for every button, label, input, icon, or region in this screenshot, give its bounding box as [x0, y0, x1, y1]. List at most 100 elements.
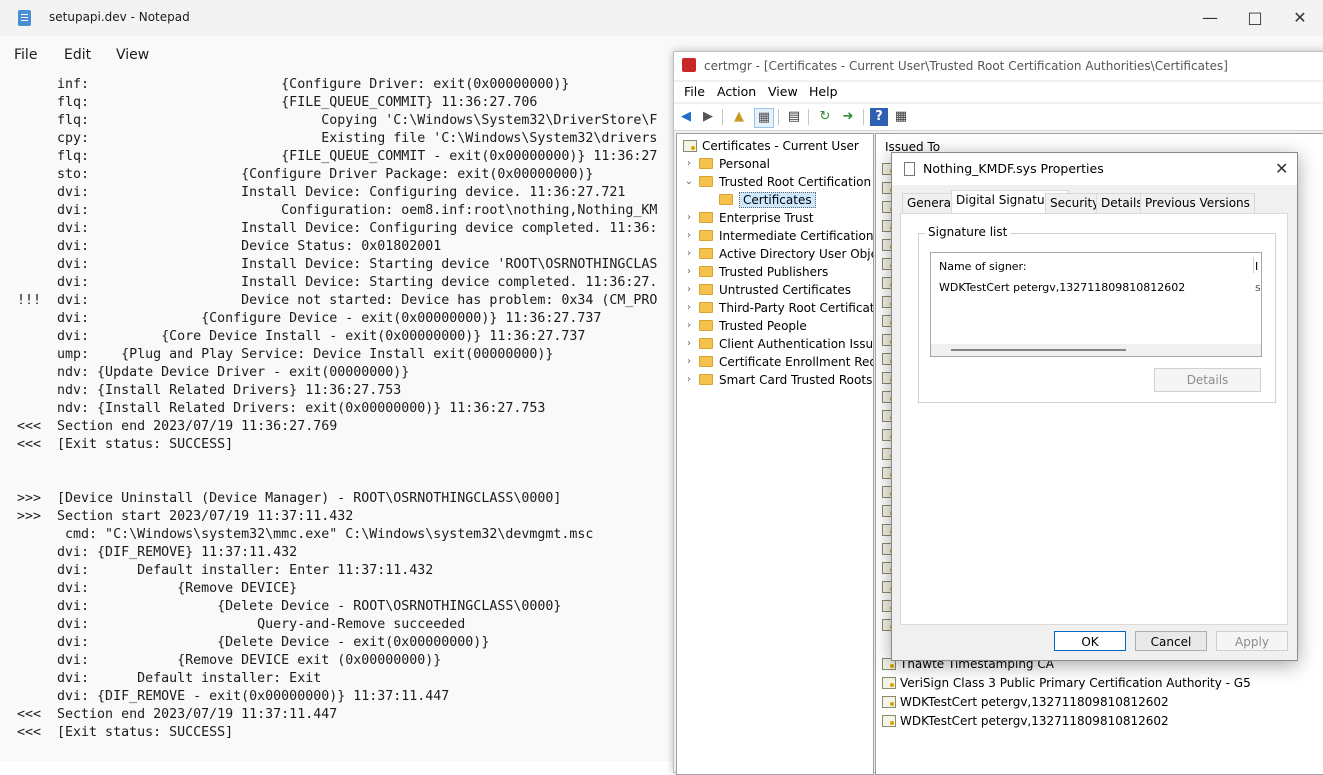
menu-edit[interactable]: Edit	[64, 47, 91, 63]
notepad-text-area[interactable]: inf: {Configure Driver: exit(0x00000000)…	[17, 76, 657, 742]
details-button[interactable]: Details	[1154, 368, 1261, 392]
log-line: flq: {FILE_QUEUE_COMMIT - exit(0x0000000…	[17, 149, 658, 164]
minimize-icon[interactable]: —	[1195, 6, 1225, 30]
tree-item[interactable]: › Enterprise Trust	[683, 209, 814, 226]
tree-item[interactable]: › Trusted Publishers	[683, 263, 828, 280]
folder-icon	[699, 356, 713, 367]
column-header-second[interactable]: I	[1255, 260, 1258, 273]
certmgr-tree: Certificates - Current User › Personal ⌄ Tr…	[676, 133, 874, 775]
chevron-right-icon[interactable]: ›	[683, 302, 695, 313]
refresh-icon[interactable]: ↻	[816, 108, 834, 126]
dialog-title: Nothing_KMDF.sys Properties	[923, 161, 1104, 176]
back-arrow-icon[interactable]: ◀	[677, 108, 695, 126]
toolbar-separator	[778, 109, 779, 125]
log-line: dvi: {DIF_REMOVE - exit(0x00000000)} 11:…	[17, 689, 450, 704]
log-line: dvi: {Remove DEVICE exit (0x00000000)}	[17, 653, 442, 668]
properties-panel-icon[interactable]: ▦	[892, 108, 910, 126]
log-line: dvi: {Configure Device - exit(0x00000000…	[17, 311, 602, 326]
toolbar-separator	[808, 109, 809, 125]
tab-previous-versions[interactable]: Previous Versions	[1140, 193, 1255, 213]
digital-signatures-panel: Signature list Name of signer: I WDKTest…	[900, 213, 1288, 625]
tree-item[interactable]: Certificates	[703, 191, 816, 208]
chevron-right-icon[interactable]: ›	[683, 356, 695, 367]
notepad-app-icon	[18, 10, 31, 26]
tree-item[interactable]: › Personal	[683, 155, 770, 172]
cm-menu-help[interactable]: Help	[809, 84, 838, 99]
ok-button[interactable]: OK	[1054, 631, 1126, 651]
certificate-issued-to: WDKTestCert petergv,132711809810812602	[900, 714, 1169, 728]
log-line: dvi: Device Status: 0x01802001	[17, 239, 442, 254]
close-icon[interactable]: ✕	[1285, 6, 1315, 30]
tree-item[interactable]: › Client Authentication Issuers	[683, 335, 874, 352]
tree-item-label: Trusted Publishers	[719, 264, 829, 279]
signature-list-group: Signature list Name of signer: I WDKTest…	[918, 225, 1276, 403]
chevron-right-icon[interactable]: ›	[683, 338, 695, 349]
certificate-row[interactable]: WDKTestCert petergv,132711809810812602	[882, 712, 1169, 730]
scrollbar-thumb[interactable]	[951, 349, 1126, 351]
folder-icon	[699, 338, 713, 349]
show-hide-tree-icon[interactable]: ▦	[754, 108, 774, 128]
log-line: cmd: "C:\Windows\system32\mmc.exe" C:\Wi…	[17, 527, 594, 542]
column-header-name-of-signer[interactable]: Name of signer:	[939, 260, 1027, 273]
maximize-icon[interactable]: □	[1240, 6, 1270, 30]
clipboard-icon[interactable]: ▤	[785, 108, 803, 126]
certificate-row[interactable]: VeriSign Class 3 Public Primary Certific…	[882, 674, 1251, 692]
chevron-right-icon[interactable]: ›	[683, 284, 695, 295]
certmgr-titlebar[interactable]: certmgr - [Certificates - Current User\T…	[674, 52, 1323, 80]
certmgr-menubar: File Action View Help	[674, 82, 1323, 102]
tree-item[interactable]: › Third-Party Root Certification	[683, 299, 873, 316]
certificate-icon	[882, 677, 896, 689]
tree-item-label: Untrusted Certificates	[719, 282, 851, 297]
chevron-right-icon[interactable]: ›	[683, 158, 695, 169]
signature-listview[interactable]: Name of signer: I WDKTestCert petergv,13…	[930, 252, 1262, 357]
tree-item[interactable]: › Smart Card Trusted Roots	[683, 371, 872, 388]
horizontal-scrollbar[interactable]	[931, 344, 1261, 356]
certificate-issued-to: WDKTestCert petergv,132711809810812602	[900, 695, 1169, 709]
cm-menu-action[interactable]: Action	[717, 84, 756, 99]
tree-item-label: Certificates	[739, 191, 816, 208]
chevron-right-icon[interactable]: ›	[683, 266, 695, 277]
folder-icon	[699, 176, 713, 187]
log-line: <<< [Exit status: SUCCESS]	[17, 725, 234, 740]
tree-item[interactable]: › Trusted People	[683, 317, 807, 334]
up-folder-icon[interactable]: ▲	[730, 108, 748, 126]
tree-item[interactable]: › Untrusted Certificates	[683, 281, 851, 298]
menu-view[interactable]: View	[116, 47, 149, 63]
notepad-titlebar[interactable]: setupapi.dev - Notepad — □ ✕	[0, 0, 1323, 36]
tree-item-label: Client Authentication Issuers	[719, 336, 874, 351]
tree-item[interactable]: ⌄ Trusted Root Certification Au	[683, 173, 873, 190]
chevron-right-icon[interactable]: ›	[683, 320, 695, 331]
certificate-row[interactable]: WDKTestCert petergv,132711809810812602	[882, 693, 1169, 711]
tree-item[interactable]: › Certificate Enrollment Reques	[683, 353, 873, 370]
signer-row[interactable]: WDKTestCert petergv,132711809810812602	[939, 281, 1185, 294]
chevron-right-icon[interactable]: ›	[683, 230, 695, 241]
tree-root[interactable]: Certificates - Current User	[683, 137, 859, 154]
export-list-icon[interactable]: ➜	[839, 108, 857, 126]
tree-item-label: Personal	[719, 156, 771, 171]
log-line: ndv: {Install Related Drivers: exit(0x00…	[17, 401, 546, 416]
toolbar-separator	[863, 109, 864, 125]
chevron-right-icon[interactable]: ›	[683, 248, 695, 259]
apply-button[interactable]: Apply	[1216, 631, 1288, 651]
log-line: dvi: {Delete Device - ROOT\OSRNOTHINGCLA…	[17, 599, 562, 614]
dialog-titlebar[interactable]: Nothing_KMDF.sys Properties ✕	[892, 153, 1297, 185]
menu-file[interactable]: File	[14, 47, 37, 63]
notepad-title: setupapi.dev - Notepad	[49, 10, 190, 24]
forward-arrow-icon[interactable]: ▶	[699, 108, 717, 126]
cm-menu-file[interactable]: File	[684, 84, 705, 99]
log-line: dvi: Configuration: oem8.inf:root\nothin…	[17, 203, 658, 218]
tree-root-label: Certificates - Current User	[702, 138, 859, 153]
chevron-right-icon[interactable]: ›	[683, 374, 695, 385]
cm-menu-view[interactable]: View	[768, 84, 798, 99]
log-line: cpy: Existing file 'C:\Windows\System32\…	[17, 131, 658, 146]
tree-item[interactable]: › Intermediate Certification Au	[683, 227, 873, 244]
chevron-right-icon[interactable]: ›	[683, 212, 695, 223]
cancel-button[interactable]: Cancel	[1135, 631, 1207, 651]
tree-item[interactable]: › Active Directory User Object	[683, 245, 873, 262]
dialog-close-icon[interactable]: ✕	[1275, 159, 1288, 178]
chevron-down-icon[interactable]: ⌄	[683, 176, 695, 187]
log-line: ump: {Plug and Play Service: Device Inst…	[17, 347, 554, 362]
tree-item-label: Third-Party Root Certification	[719, 300, 873, 315]
help-icon[interactable]: ?	[870, 108, 888, 126]
